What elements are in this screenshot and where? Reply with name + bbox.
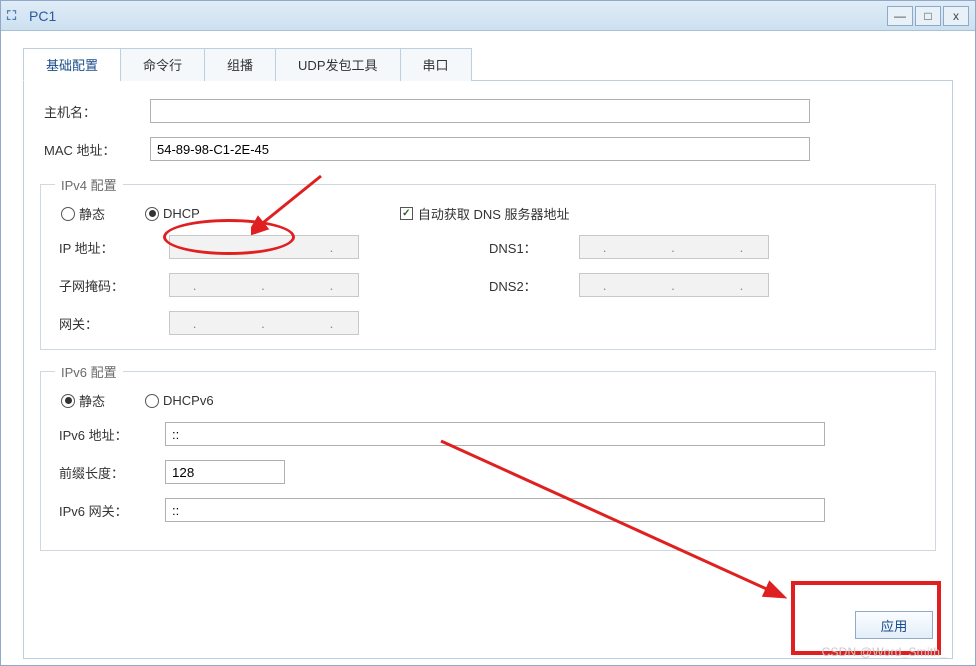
tab-basic[interactable]: 基础配置 <box>23 48 121 81</box>
minimize-button[interactable]: — <box>887 6 913 26</box>
mask-label: 子网掩码： <box>59 276 169 295</box>
checkbox-icon <box>400 207 413 220</box>
maximize-button[interactable]: □ <box>915 6 941 26</box>
radio-icon <box>145 394 159 408</box>
ipv4-legend: IPv4 配置 <box>55 175 123 194</box>
radio-icon <box>145 207 159 221</box>
apply-button[interactable]: 应用 <box>855 611 933 639</box>
mac-label: MAC 地址： <box>40 140 150 159</box>
ipv4-fieldset: IPv4 配置 静态 DHCP 自动获取 DNS 服务器地址 <box>40 175 936 350</box>
ipv6-addr-input[interactable] <box>165 422 825 446</box>
client-area: 基础配置 命令行 组播 UDP发包工具 串口 主机名： MAC 地址： IPv4… <box>1 31 975 665</box>
tab-cli[interactable]: 命令行 <box>120 48 205 81</box>
close-button[interactable]: x <box>943 6 969 26</box>
window-title: PC1 <box>29 8 56 24</box>
ipv6-legend: IPv6 配置 <box>55 362 123 381</box>
ipv6-prefix-input[interactable] <box>165 460 285 484</box>
dns2-input[interactable] <box>579 273 769 297</box>
ipv6-addr-label: IPv6 地址： <box>55 425 165 444</box>
ipv6-fieldset: IPv6 配置 静态 DHCPv6 IPv6 地址： 前缀长 <box>40 362 936 551</box>
titlebar: ⛶ PC1 — □ x <box>1 1 975 31</box>
window-controls: — □ x <box>885 6 969 26</box>
ipv4-static-radio[interactable]: 静态 <box>61 204 105 223</box>
hostname-label: 主机名： <box>40 102 150 121</box>
app-window: ⛶ PC1 — □ x 基础配置 命令行 组播 UDP发包工具 串口 主机名： … <box>0 0 976 666</box>
gw-label: 网关： <box>59 314 169 333</box>
mac-input[interactable] <box>150 137 810 161</box>
ipv6-static-label: 静态 <box>79 391 105 410</box>
ipv4-dhcp-label: DHCP <box>163 206 200 221</box>
auto-dns-checkbox[interactable]: 自动获取 DNS 服务器地址 <box>400 204 570 223</box>
radio-icon <box>61 207 75 221</box>
mask-input[interactable] <box>169 273 359 297</box>
ipv6-static-radio[interactable]: 静态 <box>61 391 105 410</box>
ip-label: IP 地址： <box>59 238 169 257</box>
gw-input[interactable] <box>169 311 359 335</box>
hostname-input[interactable] <box>150 99 810 123</box>
ip-input[interactable] <box>169 235 359 259</box>
tab-serial[interactable]: 串口 <box>400 48 472 81</box>
ipv6-gw-input[interactable] <box>165 498 825 522</box>
ipv4-static-label: 静态 <box>79 204 105 223</box>
tabstrip: 基础配置 命令行 组播 UDP发包工具 串口 <box>23 47 953 81</box>
tab-udp[interactable]: UDP发包工具 <box>275 48 400 81</box>
ipv6-dhcpv6-label: DHCPv6 <box>163 393 214 408</box>
ipv6-prefix-label: 前缀长度： <box>55 463 165 482</box>
ipv6-dhcpv6-radio[interactable]: DHCPv6 <box>145 393 214 408</box>
dns1-input[interactable] <box>579 235 769 259</box>
ipv4-dhcp-radio[interactable]: DHCP <box>145 206 200 221</box>
ipv6-gw-label: IPv6 网关： <box>55 501 165 520</box>
watermark: CSDN @Word_Smith_ <box>822 645 947 659</box>
radio-icon <box>61 394 75 408</box>
tab-multicast[interactable]: 组播 <box>204 48 276 81</box>
auto-dns-label: 自动获取 DNS 服务器地址 <box>418 204 570 223</box>
app-icon: ⛶ <box>7 8 23 24</box>
basic-pane: 主机名： MAC 地址： IPv4 配置 静态 DHCP <box>23 81 953 659</box>
dns1-label: DNS1： <box>489 238 579 257</box>
dns2-label: DNS2： <box>489 276 579 295</box>
